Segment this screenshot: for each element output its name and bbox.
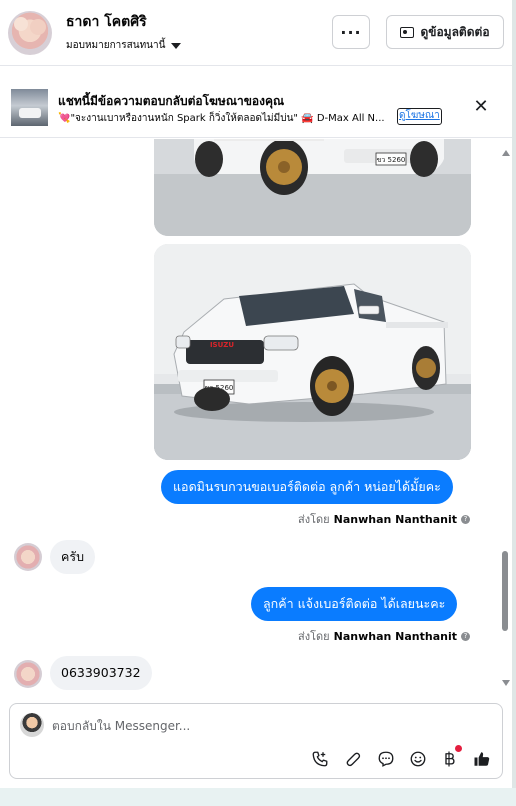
contact-card-icon xyxy=(400,26,415,38)
thumbs-up-icon[interactable] xyxy=(472,749,492,769)
message-list: ขว 5260 ISUZU 5260 แอดมินรบกวนขอเบอร์ติด… xyxy=(0,139,512,695)
page-avatar xyxy=(20,713,44,737)
caret-down-icon xyxy=(171,42,182,49)
sent-by-name: Nanwhan Nanthanit xyxy=(333,512,457,526)
brand-badge-text: ISUZU xyxy=(210,341,234,349)
info-icon[interactable]: ? xyxy=(461,514,470,524)
ad-reply-banner: แชทนี้มีข้อความตอบกลับต่อโฆษณาของคุณ 💘"จ… xyxy=(0,78,512,138)
sent-by-name: Nanwhan Nanthanit xyxy=(333,629,457,643)
scrollbar-thumb[interactable] xyxy=(502,551,508,631)
window-edge xyxy=(512,0,516,806)
emoji-icon[interactable] xyxy=(408,749,428,769)
view-contact-info-button[interactable]: ดูข้อมูลติดต่อ xyxy=(386,15,504,49)
contact-avatar[interactable] xyxy=(8,11,52,55)
phone-plus-icon[interactable] xyxy=(310,749,330,769)
truck-photo: ขว 5260 xyxy=(154,139,471,236)
plate-text: ขว 5260 xyxy=(377,156,406,164)
saved-reply-icon[interactable] xyxy=(376,749,396,769)
incoming-message-bubble[interactable]: 0633903732 xyxy=(50,656,152,690)
message-scrollbar[interactable] xyxy=(499,146,511,690)
view-ad-link[interactable]: ดูโฆษณา xyxy=(397,108,442,125)
incoming-message-bubble[interactable]: ครับ xyxy=(50,540,96,574)
message-image[interactable]: ISUZU ขว 5260 xyxy=(154,244,471,460)
ad-thumbnail xyxy=(11,89,48,126)
close-icon[interactable]: ✕ xyxy=(472,98,490,116)
truck-photo: ISUZU ขว 5260 xyxy=(154,244,471,460)
reply-input[interactable] xyxy=(52,717,482,735)
ad-banner-text: 💘"จะงานเบาหรืองานหนัก Spark ก็วิ่งให้ตลอ… xyxy=(58,113,385,124)
paperclip-icon[interactable] xyxy=(343,749,363,769)
sent-by-label: ส่งโดย Nanwhan Nanthanit ? xyxy=(298,510,470,528)
baht-icon[interactable] xyxy=(439,749,459,769)
ad-banner-title: แชทนี้มีข้อความตอบกลับต่อโฆษณาของคุณ xyxy=(58,94,285,108)
notification-dot xyxy=(455,745,462,752)
sent-by-label: ส่งโดย Nanwhan Nanthanit ? xyxy=(298,627,470,645)
window-bottom-edge xyxy=(0,788,516,806)
conversation-panel: ธาดา โคตศิริ มอบหมายการสนทนานี้ ··· ดูข้… xyxy=(0,0,512,788)
view-contact-info-label: ดูข้อมูลติดต่อ xyxy=(420,24,490,39)
assign-conversation-dropdown[interactable]: มอบหมายการสนทนานี้ xyxy=(66,38,182,53)
sent-by-prefix: ส่งโดย xyxy=(298,630,330,643)
message-composer xyxy=(9,703,503,779)
contact-avatar-small[interactable] xyxy=(14,660,42,688)
message-image[interactable]: ขว 5260 xyxy=(154,139,471,236)
info-icon[interactable]: ? xyxy=(461,631,470,641)
contact-name[interactable]: ธาดา โคตศิริ xyxy=(66,11,147,33)
outgoing-message-bubble[interactable]: แอดมินรบกวนขอเบอร์ติดต่อ ลูกค้า หน่อยได้… xyxy=(161,470,453,504)
sent-by-prefix: ส่งโดย xyxy=(298,513,330,526)
assign-label: มอบหมายการสนทนานี้ xyxy=(66,40,166,51)
conversation-header: ธาดา โคตศิริ มอบหมายการสนทนานี้ ··· ดูข้… xyxy=(0,0,512,66)
outgoing-message-bubble[interactable]: ลูกค้า แจ้งเบอร์ติดต่อ ได้เลยนะคะ xyxy=(251,587,458,621)
scroll-down-arrow-icon[interactable] xyxy=(502,680,510,686)
more-options-button[interactable]: ··· xyxy=(332,15,370,49)
scroll-up-arrow-icon[interactable] xyxy=(502,150,510,156)
contact-avatar-small[interactable] xyxy=(14,543,42,571)
